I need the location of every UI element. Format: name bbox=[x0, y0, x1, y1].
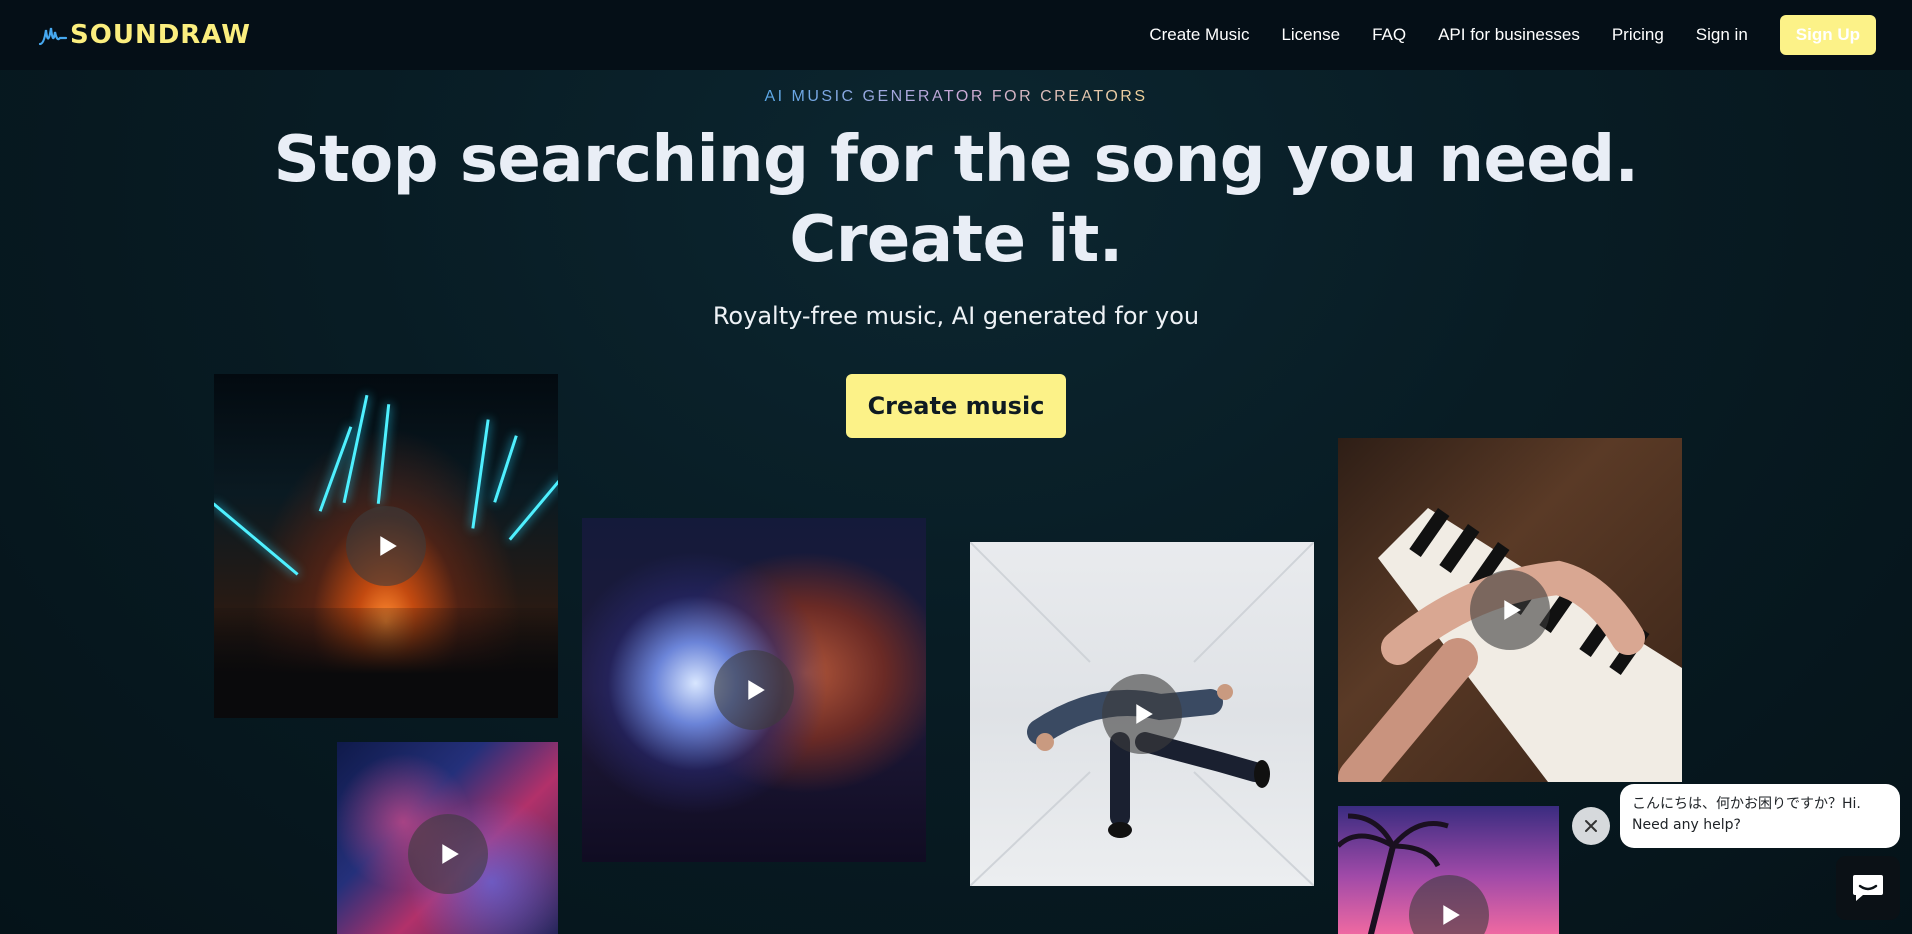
chat-greeting-bubble[interactable]: こんにちは、何かお困りですか？Hi. Need any help? bbox=[1620, 784, 1900, 848]
play-button[interactable] bbox=[1470, 570, 1550, 650]
waveform-logo-icon bbox=[38, 27, 68, 46]
tile-dancer[interactable] bbox=[970, 542, 1314, 886]
eyebrow-text: AI MUSIC GENERATOR FOR CREATORS bbox=[764, 88, 1148, 105]
hero-eyebrow: AI MUSIC GENERATOR FOR CREATORS bbox=[0, 88, 1912, 106]
close-icon bbox=[1585, 820, 1597, 832]
nav-license[interactable]: License bbox=[1281, 25, 1340, 45]
sign-up-button[interactable]: Sign Up bbox=[1779, 15, 1876, 55]
top-nav: SOUNDRAW Create Music License FAQ API fo… bbox=[0, 0, 1912, 70]
play-button[interactable] bbox=[407, 814, 488, 894]
main-menu: Create Music License FAQ API for busines… bbox=[1133, 15, 1892, 55]
logo[interactable]: SOUNDRAW bbox=[38, 18, 251, 52]
tile-concert-lights[interactable] bbox=[214, 374, 558, 718]
hero-headline: Stop searching for the song you need. Cr… bbox=[0, 120, 1912, 280]
create-music-button[interactable]: Create music bbox=[846, 374, 1066, 438]
tile-piano-hands[interactable] bbox=[1338, 438, 1682, 782]
play-button[interactable] bbox=[346, 506, 426, 586]
play-icon bbox=[441, 844, 459, 864]
chat-close-button[interactable] bbox=[1572, 807, 1610, 845]
headline-line-2: Create it. bbox=[789, 203, 1123, 277]
tile-disco-ball-woman[interactable] bbox=[582, 518, 926, 862]
headline-line-1: Stop searching for the song you need. bbox=[273, 123, 1639, 197]
nav-faq[interactable]: FAQ bbox=[1372, 25, 1406, 45]
logo-text: SOUNDRAW bbox=[70, 20, 251, 50]
nav-create-music[interactable]: Create Music bbox=[1149, 25, 1249, 45]
play-icon bbox=[1136, 704, 1153, 724]
tile-city-night[interactable] bbox=[337, 742, 558, 934]
nav-api[interactable]: API for businesses bbox=[1438, 25, 1580, 45]
chat-icon bbox=[1853, 875, 1883, 901]
nav-sign-in[interactable]: Sign in bbox=[1696, 25, 1748, 45]
hero-subhead: Royalty-free music, AI generated for you bbox=[712, 302, 1200, 330]
play-icon bbox=[380, 536, 397, 556]
nav-pricing[interactable]: Pricing bbox=[1612, 25, 1664, 45]
tile-palm-sunset[interactable] bbox=[1338, 806, 1559, 934]
play-icon bbox=[1442, 905, 1460, 926]
play-button[interactable] bbox=[1102, 674, 1182, 754]
play-icon bbox=[1504, 600, 1521, 620]
play-icon bbox=[748, 680, 765, 700]
play-button[interactable] bbox=[714, 650, 794, 730]
chat-launcher-button[interactable] bbox=[1836, 856, 1900, 920]
